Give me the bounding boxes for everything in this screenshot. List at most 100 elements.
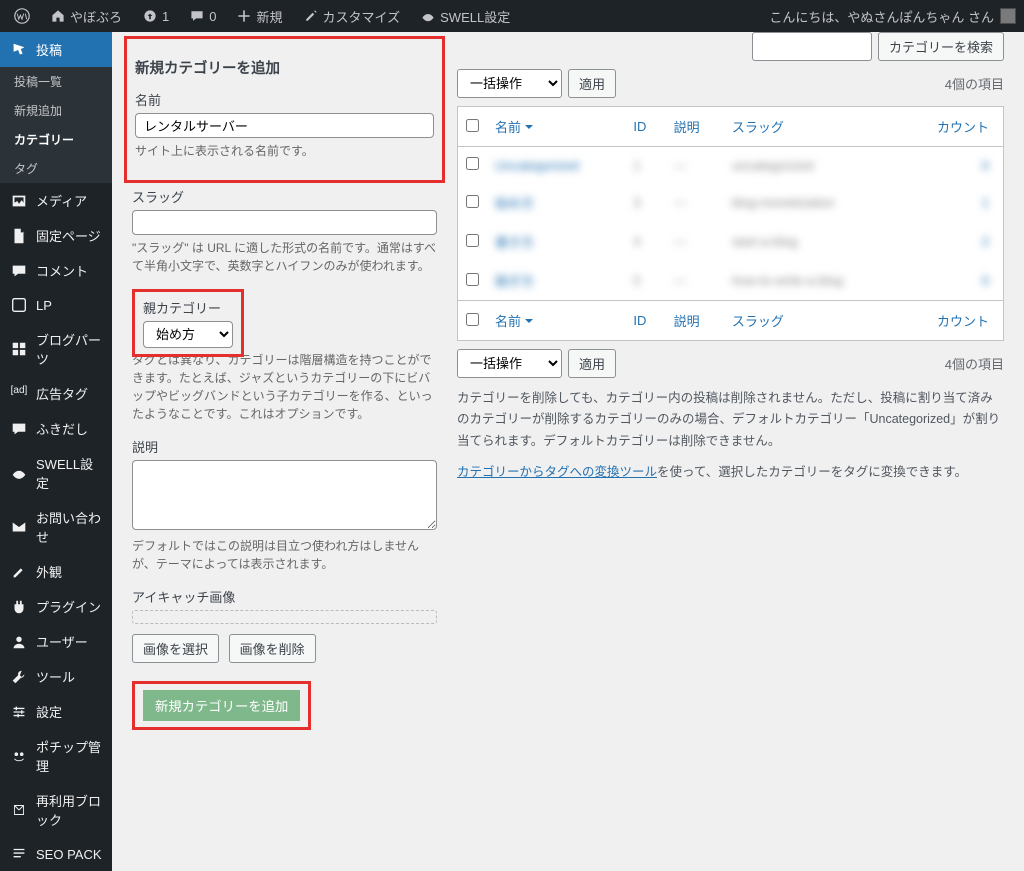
desc-desc: デフォルトではこの説明は目立つ使われ方はしませんが、テーマによっては表示されます… <box>132 537 437 573</box>
row-desc: — <box>674 273 687 288</box>
row-count[interactable]: 0 <box>982 273 989 288</box>
col-name[interactable]: 名前 <box>487 107 625 147</box>
col-slug[interactable]: スラッグ <box>724 107 900 147</box>
row-desc: — <box>674 195 687 210</box>
site-home[interactable]: やぼぶろ <box>44 7 128 26</box>
item-count-top: 4個の項目 <box>945 74 1004 93</box>
category-table: 名前 ID 説明 スラッグ カウント Uncategorized1—uncate… <box>457 106 1004 341</box>
col-desc-f[interactable]: 説明 <box>666 300 724 340</box>
row-checkbox[interactable] <box>466 157 479 170</box>
slug-label: スラッグ <box>132 187 437 206</box>
row-name[interactable]: 書き方 <box>495 235 534 250</box>
sidebar-item-swell[interactable]: SWELL設定 <box>0 446 112 500</box>
submit-button[interactable]: 新規カテゴリーを追加 <box>143 690 300 721</box>
sidebar-item-blogparts[interactable]: ブログパーツ <box>0 322 112 376</box>
sidebar-item-pages[interactable]: 固定ページ <box>0 218 112 253</box>
eyecatch-label: アイキャッチ画像 <box>132 587 437 606</box>
eyecatch-select-button[interactable]: 画像を選択 <box>132 634 219 663</box>
sidebar-sub-all-posts[interactable]: 投稿一覧 <box>0 67 112 96</box>
eyecatch-remove-button[interactable]: 画像を削除 <box>229 634 316 663</box>
row-name[interactable]: Uncategorized <box>495 158 579 173</box>
table-row: 書き方 4 — start-a-blog 2 <box>458 222 1003 261</box>
name-input[interactable] <box>135 113 434 138</box>
sidebar-item-adtag[interactable]: [ad]広告タグ <box>0 376 112 411</box>
row-checkbox[interactable] <box>466 195 479 208</box>
swell-settings-toolbar[interactable]: SWELL設定 <box>414 7 516 26</box>
sidebar-item-posts[interactable]: 投稿 <box>0 32 112 67</box>
form-heading: 新規カテゴリーを追加 <box>135 57 434 78</box>
bulk-action-select-top[interactable]: 一括操作 <box>457 69 562 98</box>
parent-select[interactable]: 始め方 <box>143 321 233 348</box>
search-input[interactable] <box>752 32 872 61</box>
col-count[interactable]: カウント <box>900 107 1003 147</box>
name-desc: サイト上に表示される名前です。 <box>135 142 434 160</box>
sidebar-item-seopack[interactable]: SEO PACK <box>0 837 112 871</box>
sidebar-item-users[interactable]: ユーザー <box>0 624 112 659</box>
convert-note: カテゴリーからタグへの変換ツールを使って、選択したカテゴリーをタグに変換できます… <box>457 462 1004 483</box>
admin-sidebar: 投稿 投稿一覧 新規追加 カテゴリー タグ メディア 固定ページ コメント LP… <box>0 32 112 871</box>
slug-input[interactable] <box>132 210 437 235</box>
sidebar-item-lp[interactable]: LP <box>0 288 112 322</box>
wp-logo[interactable] <box>8 8 36 24</box>
convert-link[interactable]: カテゴリーからタグへの変換ツール <box>457 465 657 479</box>
col-slug-f[interactable]: スラッグ <box>724 300 900 340</box>
row-name[interactable]: 始め方 <box>495 196 534 211</box>
row-checkbox[interactable] <box>466 273 479 286</box>
row-id: 1 <box>633 158 640 173</box>
comments-count[interactable]: 0 <box>183 8 222 24</box>
col-name-f[interactable]: 名前 <box>487 300 625 340</box>
select-all-bottom[interactable] <box>466 313 479 326</box>
row-id: 3 <box>633 195 640 210</box>
name-label: 名前 <box>135 90 434 109</box>
parent-desc: タグとは異なり、カテゴリーは階層構造を持つことができます。たとえば、ジャズという… <box>132 351 437 423</box>
table-row: 稼ぎ方5—how-to-write-a-blog0 <box>458 261 1003 300</box>
col-desc[interactable]: 説明 <box>666 107 724 147</box>
customize[interactable]: カスタマイズ <box>297 7 407 26</box>
parent-label: 親カテゴリー <box>143 298 233 317</box>
row-count[interactable]: 0 <box>982 158 989 173</box>
row-name[interactable]: 稼ぎ方 <box>495 274 534 289</box>
sidebar-item-settings[interactable]: 設定 <box>0 694 112 729</box>
delete-note: カテゴリーを削除しても、カテゴリー内の投稿は削除されません。ただし、投稿に割り当… <box>457 388 1004 452</box>
row-checkbox[interactable] <box>466 234 479 247</box>
sidebar-item-comments[interactable]: コメント <box>0 253 112 288</box>
desc-textarea[interactable] <box>132 460 437 530</box>
row-desc: — <box>674 158 687 173</box>
row-slug: blog-monetization <box>732 195 835 210</box>
row-slug: how-to-write-a-blog <box>732 273 843 288</box>
item-count-bottom: 4個の項目 <box>945 354 1004 373</box>
sort-icon <box>521 314 533 329</box>
search-button[interactable]: カテゴリーを検索 <box>878 32 1004 61</box>
user-greeting[interactable]: こんにちは、やぬさんぽんちゃん さん <box>769 7 994 26</box>
sort-icon <box>521 120 533 135</box>
bulk-action-select-bottom[interactable]: 一括操作 <box>457 349 562 378</box>
updates[interactable]: 1 <box>136 8 175 24</box>
table-row: 始め方 3 — blog-monetization 1 <box>458 183 1003 222</box>
sidebar-item-tools[interactable]: ツール <box>0 659 112 694</box>
row-count[interactable]: 2 <box>982 234 989 249</box>
sidebar-item-contact[interactable]: お問い合わせ <box>0 500 112 554</box>
sidebar-item-pochipp[interactable]: ポチップ管理 <box>0 729 112 783</box>
col-id[interactable]: ID <box>625 107 665 147</box>
sidebar-sub-tags[interactable]: タグ <box>0 154 112 183</box>
row-slug: start-a-blog <box>732 234 798 249</box>
sidebar-item-plugins[interactable]: プラグイン <box>0 589 112 624</box>
bulk-apply-top[interactable]: 適用 <box>568 69 616 98</box>
bulk-apply-bottom[interactable]: 適用 <box>568 349 616 378</box>
new-content[interactable]: 新規 <box>230 7 288 26</box>
user-avatar-icon[interactable] <box>1000 8 1016 24</box>
sidebar-item-media[interactable]: メディア <box>0 183 112 218</box>
desc-label: 説明 <box>132 437 437 456</box>
row-desc: — <box>674 234 687 249</box>
col-count-f[interactable]: カウント <box>900 300 1003 340</box>
row-count[interactable]: 1 <box>982 195 989 210</box>
select-all-top[interactable] <box>466 119 479 132</box>
sidebar-sub-categories[interactable]: カテゴリー <box>0 125 112 154</box>
sidebar-item-appearance[interactable]: 外観 <box>0 554 112 589</box>
row-id: 4 <box>633 234 640 249</box>
col-id-f[interactable]: ID <box>625 300 665 340</box>
sidebar-item-fukidashi[interactable]: ふきだし <box>0 411 112 446</box>
sidebar-sub-new-post[interactable]: 新規追加 <box>0 96 112 125</box>
sidebar-item-reusable[interactable]: 再利用ブロック <box>0 783 112 837</box>
table-row: Uncategorized1—uncategorized0 <box>458 147 1003 183</box>
